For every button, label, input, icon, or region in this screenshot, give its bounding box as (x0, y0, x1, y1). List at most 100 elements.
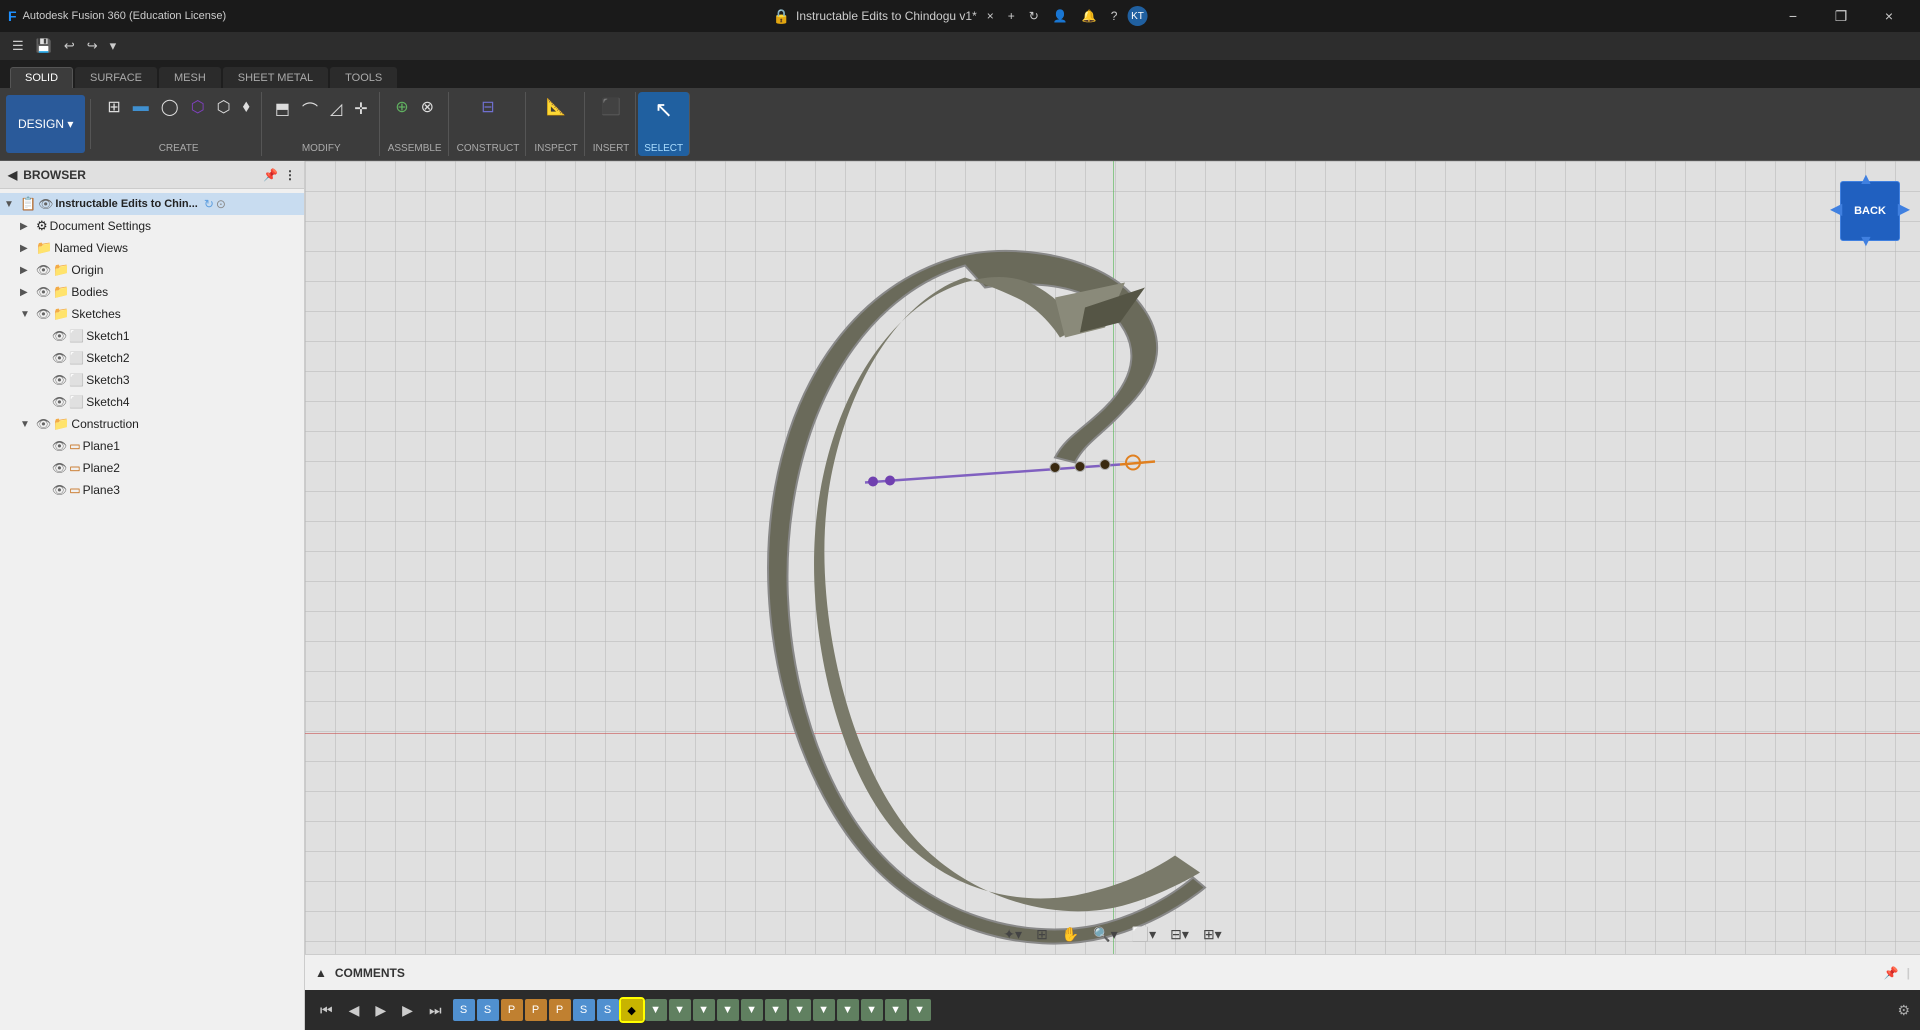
redo-btn[interactable]: ↪ (83, 36, 102, 56)
display-mode-btn[interactable]: ⊟▾ (1165, 923, 1194, 946)
tl-solid-icon-12[interactable]: ▼ (909, 999, 931, 1021)
extrude-btn[interactable]: ▬ (128, 95, 154, 119)
timeline-settings-icon[interactable]: ⚙ (1897, 1002, 1910, 1019)
eye-icon-plane1[interactable]: 👁 (52, 439, 67, 453)
tl-sketch-icon-1[interactable]: S (453, 999, 475, 1021)
cube-left-arrow[interactable]: ◀ (1830, 199, 1842, 219)
tl-solid-icon-10[interactable]: ▼ (861, 999, 883, 1021)
press-pull-btn[interactable]: ⬒ (270, 96, 295, 122)
cube-top-arrow[interactable]: ▲ (1858, 171, 1874, 189)
comments-collapse-icon[interactable]: ▲ (315, 966, 327, 980)
browser-item-sketch2[interactable]: ▶ 👁 ⬜ Sketch2 (32, 347, 304, 369)
tl-solid-icon-3[interactable]: ▼ (693, 999, 715, 1021)
notification-icon[interactable]: 🔔 (1078, 9, 1101, 23)
tl-solid-icon-9[interactable]: ▼ (837, 999, 859, 1021)
expand-origin-arrow[interactable]: ▶ (20, 265, 34, 276)
expand-root-arrow[interactable]: ▼ (4, 199, 18, 210)
joint-btn[interactable]: ⊕ (390, 94, 413, 120)
grid-snap-btn[interactable]: ⊞ (1031, 923, 1053, 946)
play-to-end-btn[interactable]: ⏭ (424, 1000, 447, 1021)
tl-construct-icon-2[interactable]: P (525, 999, 547, 1021)
comments-pin-icon[interactable]: 📌 (1884, 966, 1899, 980)
browser-item-sketch4[interactable]: ▶ 👁 ⬜ Sketch4 (32, 391, 304, 413)
browser-more-icon[interactable]: ⋮ (284, 168, 296, 182)
browser-item-construction[interactable]: ▼ 👁 📁 Construction (16, 413, 304, 435)
eye-icon-plane3[interactable]: 👁 (52, 483, 67, 497)
revolve-btn[interactable]: ◯ (156, 94, 184, 120)
step-forward-btn[interactable]: ▶ (397, 1000, 418, 1021)
move-btn[interactable]: ✛ (349, 96, 372, 122)
eye-icon-root[interactable]: 👁 (38, 197, 53, 211)
browser-item-sketches[interactable]: ▼ 👁 📁 Sketches (16, 303, 304, 325)
tl-solid-icon-7[interactable]: ▼ (789, 999, 811, 1021)
eye-icon-sketches[interactable]: 👁 (36, 307, 51, 321)
pan-btn[interactable]: ✋ (1057, 923, 1084, 946)
tl-solid-icon-2[interactable]: ▼ (669, 999, 691, 1021)
new-component-btn[interactable]: ⊞ (102, 94, 125, 120)
eye-icon-plane2[interactable]: 👁 (52, 461, 67, 475)
select-btn[interactable]: ↖ (649, 94, 677, 126)
step-back-btn[interactable]: ◀ (344, 1000, 365, 1021)
browser-collapse-icon[interactable]: ◀ (8, 168, 17, 182)
browser-item-sketch3[interactable]: ▶ 👁 ⬜ Sketch3 (32, 369, 304, 391)
refresh-icon-root[interactable]: ↻ (204, 197, 214, 211)
expand-sketches-arrow[interactable]: ▼ (20, 309, 34, 320)
eye-icon-sketch1[interactable]: 👁 (52, 329, 67, 343)
close-btn[interactable]: × (1866, 0, 1912, 32)
browser-item-sketch1[interactable]: ▶ 👁 ⬜ Sketch1 (32, 325, 304, 347)
tab-sheetmetal[interactable]: SHEET METAL (223, 67, 328, 88)
tl-solid-icon-5[interactable]: ▼ (741, 999, 763, 1021)
fillet-btn[interactable]: ⌒ (297, 94, 323, 124)
cube-back-face[interactable]: BACK (1840, 181, 1900, 241)
browser-item-plane2[interactable]: ▶ 👁 ▭ Plane2 (32, 457, 304, 479)
tl-sketch-icon-3[interactable]: S (573, 999, 595, 1021)
measure-btn[interactable]: 📐 (541, 94, 571, 120)
cube-right-arrow[interactable]: ▶ (1898, 199, 1910, 219)
chamfer-btn[interactable]: ◿ (325, 96, 347, 122)
design-mode-btn[interactable]: DESIGN ▾ (6, 95, 85, 153)
shell-btn[interactable]: ⬡ (212, 94, 236, 120)
tl-solid-icon-8[interactable]: ▼ (813, 999, 835, 1021)
help-icon[interactable]: ? (1107, 9, 1122, 23)
tl-sketch-icon-4[interactable]: S (597, 999, 619, 1021)
save-btn[interactable]: 💾 (32, 36, 56, 56)
cube-bottom-arrow[interactable]: ▼ (1858, 233, 1874, 251)
browser-item-plane1[interactable]: ▶ 👁 ▭ Plane1 (32, 435, 304, 457)
grid-btn[interactable]: ⊞▾ (1198, 923, 1227, 946)
minimize-btn[interactable]: − (1770, 0, 1816, 32)
browser-item-origin[interactable]: ▶ 👁 📁 Origin (16, 259, 304, 281)
plane-at-angle-btn[interactable]: ⊟ (476, 94, 499, 120)
play-to-start-btn[interactable]: ⏮ (315, 1000, 338, 1021)
menu-btn[interactable]: ☰ (8, 36, 28, 56)
tab-solid[interactable]: SOLID (10, 67, 73, 88)
browser-item-docsettings[interactable]: ▶ ⚙ Document Settings (16, 215, 304, 237)
expand-construction-arrow[interactable]: ▼ (20, 419, 34, 430)
tl-sketch-icon-2[interactable]: S (477, 999, 499, 1021)
eye-icon-origin[interactable]: 👁 (36, 263, 51, 277)
tl-solid-icon-6[interactable]: ▼ (765, 999, 787, 1021)
expand-namedviews-arrow[interactable]: ▶ (20, 243, 34, 254)
add-tab-btn[interactable]: + (1004, 9, 1019, 23)
browser-item-root[interactable]: ▼ 📋 👁 Instructable Edits to Chin... ↻ ⊙ (0, 193, 304, 215)
tab-surface[interactable]: SURFACE (75, 67, 157, 88)
play-btn[interactable]: ▶ (370, 1000, 391, 1021)
restore-btn[interactable]: ❐ (1818, 0, 1864, 32)
close-tab-btn[interactable]: × (983, 9, 998, 23)
tl-selected-icon[interactable]: ◆ (621, 999, 643, 1021)
tab-mesh[interactable]: MESH (159, 67, 221, 88)
zoom-btn[interactable]: 🔍▾ (1088, 923, 1122, 946)
tl-solid-icon-11[interactable]: ▼ (885, 999, 907, 1021)
eye-icon-sketch2[interactable]: 👁 (52, 351, 67, 365)
tl-construct-icon-3[interactable]: P (549, 999, 571, 1021)
view-btn[interactable]: ⬜▾ (1127, 923, 1161, 946)
browser-item-bodies[interactable]: ▶ 👁 📁 Bodies (16, 281, 304, 303)
snap-btn[interactable]: ✦▾ (998, 923, 1027, 946)
viewport-area[interactable]: BACK ◀ ▶ ▲ ▼ ✦▾ ⊞ ✋ 🔍▾ ⬜▾ ⊟▾ ⊞▾ (305, 161, 1920, 954)
eye-icon-construction[interactable]: 👁 (36, 417, 51, 431)
tl-solid-icon-1[interactable]: ▼ (645, 999, 667, 1021)
options-icon-root[interactable]: ⊙ (216, 197, 226, 211)
hole-btn[interactable]: ⬡ (186, 94, 210, 120)
tl-construct-icon-1[interactable]: P (501, 999, 523, 1021)
profile-icon[interactable]: 👤 (1049, 9, 1072, 23)
insert-btn[interactable]: ⬛ (596, 94, 626, 120)
